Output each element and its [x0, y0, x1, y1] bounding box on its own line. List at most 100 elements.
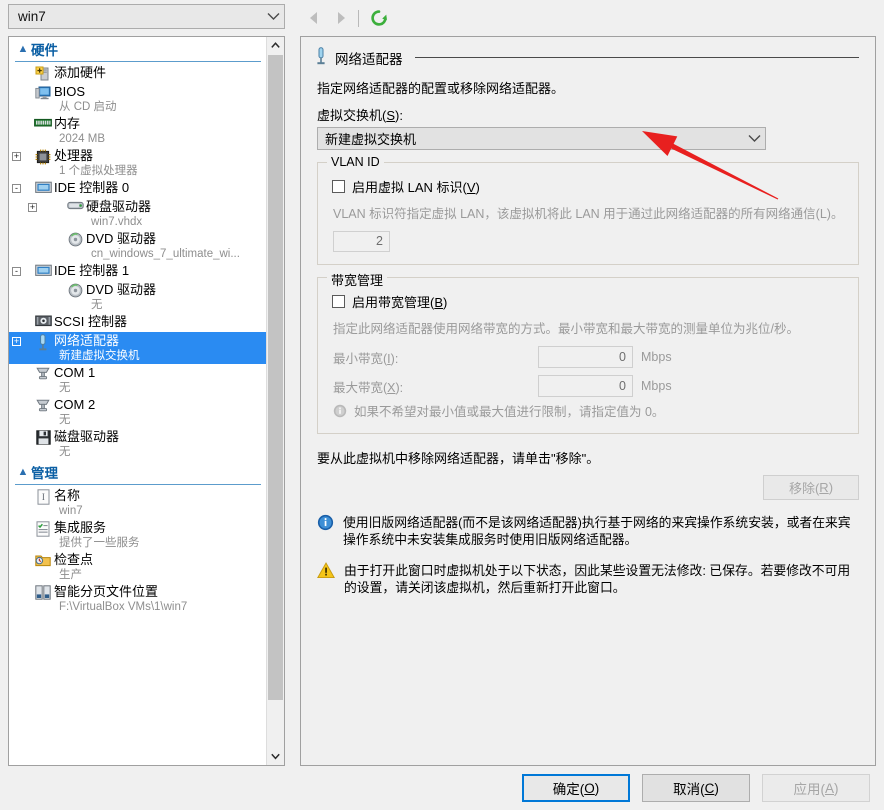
max-bandwidth-input[interactable]: 0 — [538, 375, 633, 397]
legacy-adapter-message-text: 使用旧版网络适配器(而不是该网络适配器)执行基于网络的来宾操作系统安装，或者在来… — [343, 515, 851, 547]
tree-item[interactable]: BIOS 从 CD 启动 — [9, 83, 267, 115]
scroll-up-button[interactable] — [267, 37, 284, 54]
hardware-tree[interactable]: ▲ 硬件 添加硬件 BIOS 从 CD 启动 内存 2024 MB + 处理器 1 个虚拟处理器 -… — [9, 37, 267, 765]
enable-bandwidth-checkbox[interactable] — [332, 295, 345, 308]
expander-toggle[interactable]: - — [12, 267, 21, 276]
chevron-down-icon — [262, 12, 284, 21]
cancel-button[interactable]: 取消(C) — [642, 774, 750, 802]
ok-button[interactable]: 确定(O) — [522, 774, 630, 802]
hard-drive-icon — [64, 199, 86, 211]
collapse-chevron-icon[interactable]: ▲ — [15, 466, 31, 478]
panel-header: 网络适配器 — [315, 47, 861, 68]
tree-item[interactable]: COM 2 无 — [9, 396, 267, 428]
expander-toggle[interactable]: + — [12, 337, 21, 346]
tree-item[interactable]: 集成服务提供了一些服务 — [9, 519, 267, 551]
tree-scrollbar[interactable] — [266, 37, 284, 765]
tree-item[interactable]: I 名称 win7 — [9, 487, 267, 519]
vlan-id-input[interactable]: 2 — [333, 231, 390, 252]
vm-selector-combobox[interactable]: win7 — [8, 4, 285, 29]
ide-controller-icon — [32, 180, 54, 194]
scroll-down-button[interactable] — [267, 748, 284, 765]
enable-vlan-checkbox-row[interactable]: 启用虚拟 LAN 标识(V) — [332, 177, 846, 196]
virtual-switch-label: 虚拟交换机(S): — [317, 108, 403, 123]
apply-button[interactable]: 应用(A) — [762, 774, 870, 802]
tree-item[interactable]: + 处理器 1 个虚拟处理器 — [9, 147, 267, 179]
tree-section-header[interactable]: ▲ 管理 — [9, 460, 267, 483]
tree-expander — [9, 365, 24, 368]
tree-expander — [25, 231, 40, 234]
tree-item-label: COM 1 — [54, 365, 96, 380]
enable-bandwidth-label: 启用带宽管理(B) — [352, 295, 448, 310]
max-bandwidth-label: 最大带宽(X): — [333, 380, 404, 395]
min-bandwidth-label: 最小带宽(I): — [333, 351, 399, 366]
expander-toggle[interactable]: + — [28, 203, 37, 212]
refresh-icon[interactable] — [366, 6, 392, 30]
tree-item-label: 内存 — [54, 116, 81, 131]
tree-expander — [9, 584, 24, 587]
tree-item-label: 网络适配器 — [54, 333, 120, 348]
min-bandwidth-unit: Mbps — [641, 350, 672, 364]
tree-item-selected[interactable]: + 网络适配器新建虚拟交换机 — [9, 332, 267, 364]
tree-item[interactable]: SCSI 控制器 — [9, 313, 267, 332]
tree-expander[interactable]: - — [9, 263, 24, 276]
tree-expander[interactable]: + — [9, 148, 24, 161]
enable-vlan-label: 启用虚拟 LAN 标识(V) — [352, 180, 480, 195]
expander-toggle[interactable]: - — [12, 184, 21, 193]
dvd-drive-icon — [64, 231, 86, 247]
remove-button[interactable]: 移除(R) — [763, 475, 859, 500]
tree-item[interactable]: DVD 驱动器 cn_windows_7_ultimate_wi... — [9, 230, 267, 262]
tree-item-sublabel: F:\VirtualBox VMs\1\win7 — [59, 601, 188, 613]
tree-expander[interactable]: + — [25, 199, 40, 212]
tree-expander[interactable]: - — [9, 180, 24, 193]
tree-item[interactable]: DVD 驱动器无 — [9, 281, 267, 313]
tree-expander — [9, 84, 24, 87]
scrollbar-thumb[interactable] — [268, 55, 283, 700]
tree-item-sublabel: 提供了一些服务 — [59, 537, 140, 549]
tree-item-label: 磁盘驱动器 — [54, 429, 120, 444]
tree-item-label: IDE 控制器 1 — [54, 263, 130, 278]
tree-item-label: 集成服务 — [54, 520, 107, 535]
bios-icon — [32, 84, 54, 101]
virtual-switch-value: 新建虚拟交换机 — [325, 132, 417, 147]
bandwidth-help-text: 指定此网络适配器使用网络带宽的方式。最小带宽和最大带宽的测量单位为兆位/秒。 — [333, 322, 799, 336]
max-bandwidth-unit: Mbps — [641, 379, 672, 393]
tree-section-header[interactable]: ▲ 硬件 — [9, 37, 267, 60]
enable-bandwidth-checkbox-row[interactable]: 启用带宽管理(B) — [332, 292, 846, 311]
forward-arrow-icon[interactable] — [328, 6, 354, 30]
tree-item[interactable]: COM 1 无 — [9, 364, 267, 396]
collapse-chevron-icon[interactable]: ▲ — [15, 43, 31, 55]
tree-section-title: 硬件 — [31, 43, 58, 58]
smart-paging-icon — [32, 584, 54, 600]
tree-item-label: 检查点 — [54, 552, 94, 567]
tree-item-label: SCSI 控制器 — [54, 314, 127, 329]
tree-item-label: 处理器 — [54, 148, 94, 163]
enable-vlan-checkbox[interactable] — [332, 180, 345, 193]
tree-item[interactable]: - IDE 控制器 1 — [9, 262, 267, 281]
tree-expander[interactable]: + — [9, 333, 24, 346]
info-icon — [333, 404, 347, 421]
tree-expander — [9, 488, 24, 491]
tree-item-label: 添加硬件 — [54, 65, 107, 80]
tree-item[interactable]: 磁盘驱动器无 — [9, 428, 267, 460]
tree-item-sublabel: 新建虚拟交换机 — [59, 350, 140, 362]
back-arrow-icon[interactable] — [300, 6, 326, 30]
add-hardware-icon — [32, 65, 54, 82]
vlan-help-text: VLAN 标识符指定虚拟 LAN，该虚拟机将此 LAN 用于通过此网络适配器的所… — [333, 207, 844, 221]
expander-toggle[interactable]: + — [12, 152, 21, 161]
tree-item[interactable]: 智能分页文件位置 F:\VirtualBox VMs\1\win7 — [9, 583, 267, 615]
tree-item[interactable]: - IDE 控制器 0 — [9, 179, 267, 198]
dvd-drive-icon — [64, 282, 86, 298]
checkpoint-icon — [32, 552, 54, 567]
tree-item-sublabel: 无 — [91, 299, 103, 311]
tree-item-sublabel: 无 — [59, 446, 71, 458]
network-adapter-icon — [32, 333, 54, 351]
min-bandwidth-input[interactable]: 0 — [538, 346, 633, 368]
tree-expander — [9, 314, 24, 317]
tree-item[interactable]: + 硬盘驱动器 win7.vhdx — [9, 198, 267, 230]
com-port-icon — [32, 397, 54, 413]
tree-item[interactable]: 添加硬件 — [9, 64, 267, 83]
tree-item[interactable]: 内存 2024 MB — [9, 115, 267, 147]
svg-text:I: I — [41, 492, 44, 502]
virtual-switch-combobox[interactable]: 新建虚拟交换机 — [317, 127, 766, 150]
tree-item[interactable]: 检查点 生产 — [9, 551, 267, 583]
